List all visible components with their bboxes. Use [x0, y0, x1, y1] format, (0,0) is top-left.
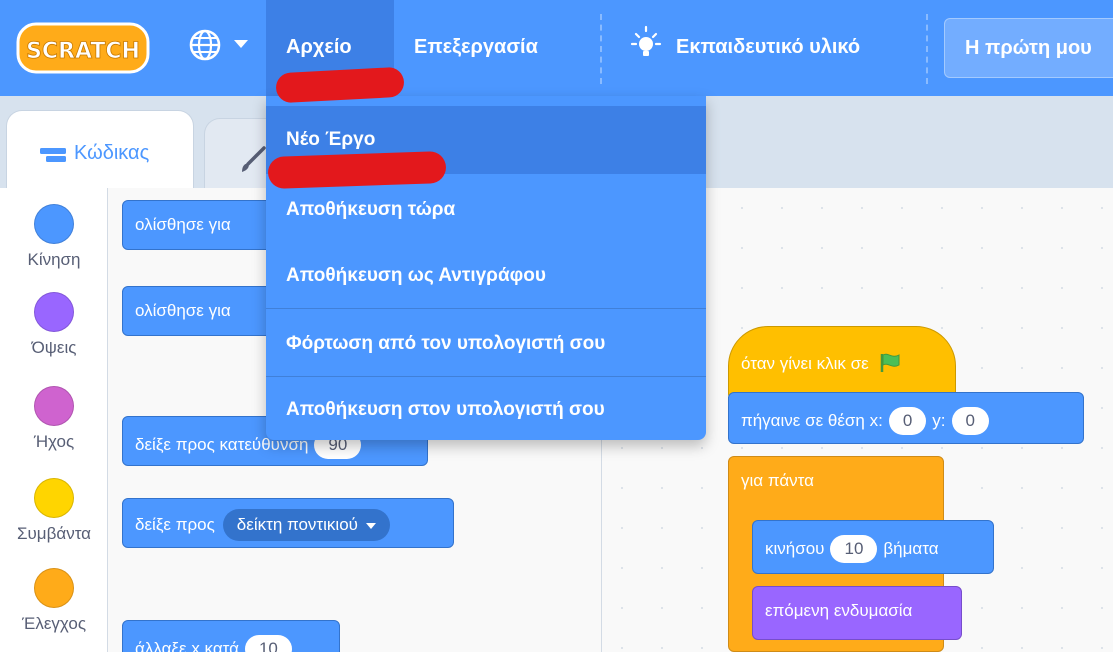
category-events[interactable]: Συμβάντα [0, 478, 108, 544]
category-motion[interactable]: Κίνηση [0, 204, 108, 270]
category-label: Κίνηση [27, 250, 81, 269]
green-flag-icon [881, 353, 900, 372]
block-text: όταν γίνει κλικ σε [741, 354, 869, 373]
project-title-input[interactable]: Η πρώτη μου [944, 18, 1113, 78]
menu-item-load-from-computer[interactable]: Φόρτωση από τον υπολογιστή σου [266, 310, 706, 378]
menu-item-label: Αποθήκευση τώρα [286, 199, 456, 220]
block-point-towards[interactable]: δείξε προς δείκτη ποντικιού [122, 498, 454, 548]
category-dot [34, 292, 74, 332]
menu-item-label: Αποθήκευση στον υπολογιστή σου [286, 399, 605, 420]
category-dot [34, 478, 74, 518]
category-dot [34, 204, 74, 244]
category-control[interactable]: Έλεγχος [0, 568, 108, 634]
block-text: ολίσθησε για [135, 301, 231, 320]
block-text: y: [932, 411, 946, 430]
category-dot [34, 568, 74, 608]
menu-separator [600, 14, 602, 84]
lightbulb-icon[interactable] [626, 24, 666, 64]
chevron-down-icon [365, 522, 376, 529]
block-move-steps[interactable]: κινήσου 10 βήματα [752, 520, 994, 574]
category-label: Όψεις [31, 338, 77, 357]
menu-item-label: Φόρτωση από τον υπολογιστή σου [286, 333, 606, 354]
paintbrush-icon [242, 146, 266, 172]
code-blocks-icon [40, 148, 66, 162]
change-x-input[interactable]: 10 [244, 635, 292, 652]
y-input[interactable]: 0 [951, 407, 989, 435]
steps-input[interactable]: 10 [830, 535, 878, 563]
category-menu: Κίνηση Όψεις Ήχος Συμβάντα Έλεγχος [0, 188, 108, 652]
menu-edit[interactable]: Επεξεργασία [414, 36, 538, 59]
block-text: βήματα [883, 539, 939, 558]
menu-file[interactable]: Αρχείο [286, 36, 352, 59]
block-text: άλλαξε x κατά [135, 639, 239, 652]
block-change-x[interactable]: άλλαξε x κατά 10 [122, 620, 340, 652]
logo-text: SCRATCH [26, 39, 140, 64]
target-dropdown[interactable]: δείκτη ποντικιού [222, 509, 390, 541]
block-text: επόμενη ενδυμασία [765, 601, 913, 620]
menu-item-label: Νέο Έργο [286, 129, 376, 150]
category-looks[interactable]: Όψεις [0, 292, 108, 358]
block-goto-xy[interactable]: πήγαινε σε θέση x: 0 y: 0 [728, 392, 1084, 444]
tab-code-label: Κώδικας [74, 142, 150, 164]
block-text: ολίσθησε για [135, 215, 231, 234]
block-next-costume[interactable]: επόμενη ενδυμασία [752, 586, 962, 640]
block-text: δείξε προς [135, 515, 215, 534]
block-text: για πάντα [741, 471, 814, 490]
menu-item-save-as-copy[interactable]: Αποθήκευση ως Αντιγράφου [266, 242, 706, 310]
category-dot [34, 386, 74, 426]
scratch-logo[interactable]: SCRATCH [16, 20, 150, 76]
target-dropdown-label: δείκτη ποντικιού [236, 515, 358, 534]
file-menu-dropdown: Νέο Έργο Αποθήκευση τώρα Αποθήκευση ως Α… [266, 96, 706, 440]
category-label: Έλεγχος [21, 614, 87, 633]
menu-tutorials[interactable]: Εκπαιδευτικό υλικό [676, 36, 860, 59]
chevron-down-icon[interactable] [234, 40, 248, 48]
block-when-flag-clicked[interactable]: όταν γίνει κλικ σε [728, 326, 956, 400]
globe-icon[interactable] [188, 28, 222, 62]
category-label: Συμβάντα [16, 524, 91, 543]
red-marker-annotation [267, 150, 447, 190]
category-label: Ήχος [33, 432, 75, 451]
menu-separator [266, 308, 706, 309]
block-text: πήγαινε σε θέση x: [741, 411, 883, 430]
menu-item-save-to-computer[interactable]: Αποθήκευση στον υπολογιστή σου [266, 376, 706, 444]
menu-item-label: Αποθήκευση ως Αντιγράφου [286, 265, 546, 286]
category-sound[interactable]: Ήχος [0, 386, 108, 452]
block-text: κινήσου [765, 539, 825, 558]
menu-separator [926, 14, 928, 84]
x-input[interactable]: 0 [888, 407, 927, 435]
